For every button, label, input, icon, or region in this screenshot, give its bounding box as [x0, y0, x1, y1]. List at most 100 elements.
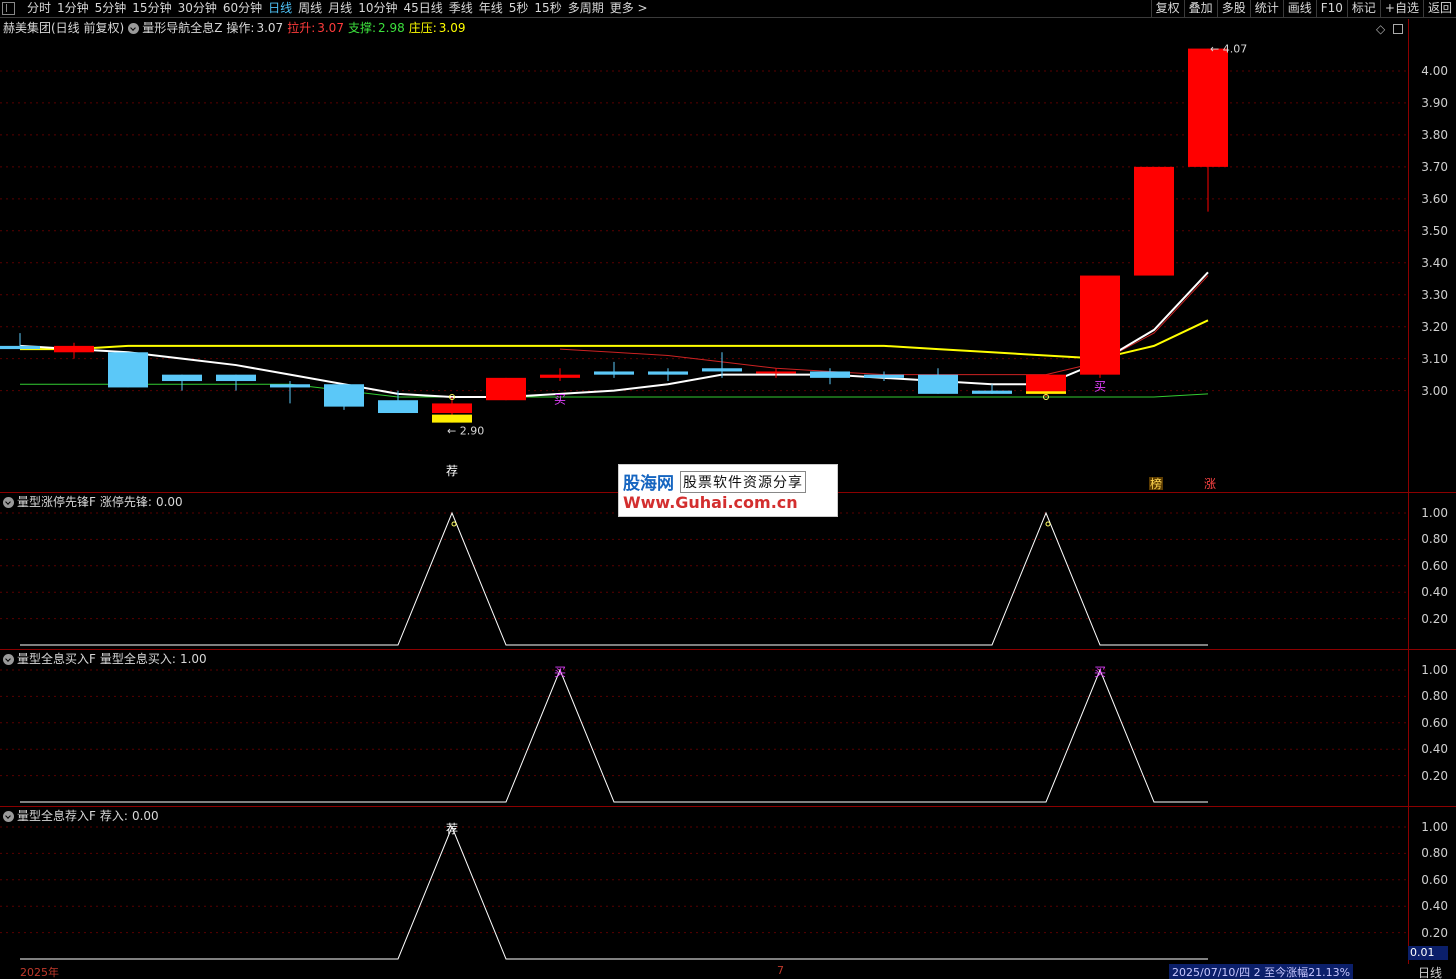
toolbar-button[interactable]: 叠加 — [1183, 0, 1217, 18]
pressure-label: 庄压: — [408, 21, 437, 35]
indicator-name[interactable]: 量形导航全息Z — [142, 21, 222, 36]
candle-body — [216, 374, 256, 382]
candle-body — [972, 390, 1012, 394]
price-tick: 4.00 — [1421, 63, 1448, 78]
candle-body — [378, 400, 418, 414]
candle-body — [702, 368, 742, 372]
candle-body — [1080, 275, 1120, 375]
pane3-name[interactable]: 量型全息买入F — [17, 652, 96, 667]
period-label[interactable]: 日线 — [1418, 964, 1442, 979]
period-tab[interactable]: 15秒 — [531, 0, 564, 18]
pane2-name[interactable]: 量型涨停先锋F — [17, 495, 96, 510]
date-bar: 2025年 7 2025/07/10/四 2 至今涨幅21.13% — [0, 964, 1456, 979]
indicator-tick: 0.80 — [1421, 846, 1448, 861]
indicator-menu-icon[interactable] — [128, 23, 140, 34]
toolbar-button[interactable]: +自选 — [1379, 0, 1423, 18]
indicator-dot — [1045, 521, 1051, 527]
price-tick: 3.70 — [1421, 159, 1448, 174]
period-tab[interactable]: 5分钟 — [92, 0, 130, 18]
panel-toggle-icon[interactable] — [1393, 24, 1403, 34]
period-tab[interactable]: 月线 — [325, 0, 355, 18]
period-tab[interactable]: 10分钟 — [355, 0, 400, 18]
toolbar: 分时 1分钟 5分钟 15分钟 30分钟 60分钟 日线 周线 月线 10分钟 45日线 季线 年线 5秒… — [0, 0, 1456, 18]
indicator-tick: 0.80 — [1421, 532, 1448, 547]
year-label: 2025年 — [20, 966, 59, 979]
lift-value: 3.07 — [317, 21, 344, 35]
candlestick-chart[interactable]: ← 4.07← 2.90买买荐榜涨 — [0, 19, 1408, 492]
period-tab[interactable]: 季线 — [446, 0, 476, 18]
candle-body — [54, 345, 94, 353]
toolbar-button[interactable]: 统计 — [1249, 0, 1283, 18]
watermark-logo: 股海网 — [623, 474, 674, 494]
period-tab[interactable]: 15分钟 — [129, 0, 174, 18]
price-tick: 3.30 — [1421, 287, 1448, 302]
candle-body — [756, 371, 796, 374]
pane3-axis: 1.00 0.80 0.60 0.40 0.20 — [1408, 650, 1456, 806]
limit-mark: 涨 — [1204, 476, 1216, 491]
toolbar-button[interactable]: 画线 — [1282, 0, 1316, 18]
pane4-name[interactable]: 量型全息荐入F — [17, 809, 96, 824]
recommend-chart[interactable]: 荐 — [0, 807, 1408, 964]
period-tab[interactable]: 1分钟 — [54, 0, 92, 18]
toolbar-button[interactable]: 标记 — [1346, 0, 1380, 18]
ma-yellow-line — [20, 319, 1209, 360]
price-tick: 3.40 — [1421, 255, 1448, 270]
period-tab[interactable]: 多周期 — [565, 0, 607, 18]
window-layout-icon[interactable] — [2, 2, 15, 15]
indicator-mark: 荐 — [446, 822, 458, 836]
pane2-menu-icon[interactable] — [3, 497, 14, 508]
candle-body — [1134, 166, 1174, 276]
price-tick: 3.20 — [1421, 319, 1448, 334]
diamond-icon[interactable]: ◇ — [1376, 22, 1385, 36]
indicator-tick: 0.20 — [1421, 611, 1448, 626]
pane3-menu-icon[interactable] — [3, 654, 14, 665]
period-tab[interactable]: 5秒 — [506, 0, 532, 18]
indicator-tick: 1.00 — [1421, 506, 1448, 520]
indicator-tick: 0.40 — [1421, 742, 1448, 757]
period-tab[interactable]: 年线 — [476, 0, 506, 18]
period-tab[interactable]: 30分钟 — [175, 0, 220, 18]
pane4-title-line: 量型全息荐入F 荐入: 0.00 — [3, 809, 159, 824]
lift-label: 拉升: — [287, 21, 316, 35]
candle-body — [432, 403, 472, 414]
price-axis: 4.00 3.90 3.80 3.70 3.60 3.50 3.40 3.30 3.20 3.10… — [1408, 19, 1456, 492]
candle-body — [918, 374, 958, 394]
candle-body — [540, 374, 580, 378]
toolbar-button[interactable]: 多股 — [1216, 0, 1250, 18]
candle-body — [270, 384, 310, 388]
pane3-value: 1.00 — [179, 652, 207, 666]
price-tick: 3.00 — [1421, 383, 1448, 398]
indicator-tick: 0.80 — [1421, 689, 1448, 704]
watermark-url: Www.Guhai.com.cn — [623, 493, 798, 512]
pane4-menu-icon[interactable] — [3, 811, 14, 822]
high-price-label: ← 4.07 — [1210, 43, 1247, 56]
pressure-value: 3.09 — [438, 21, 466, 35]
period-tab[interactable]: 更多 > — [607, 0, 651, 18]
candle-body — [162, 374, 202, 382]
indicator-tick: 1.00 — [1421, 663, 1448, 677]
candle-body — [594, 371, 634, 375]
candle-body — [864, 374, 904, 378]
price-tick: 3.80 — [1421, 127, 1448, 142]
candle-body — [1026, 374, 1066, 394]
indicator-tick: 1.00 — [1421, 820, 1448, 834]
price-tick: 3.50 — [1421, 223, 1448, 238]
period-tab[interactable]: 60分钟 — [220, 0, 265, 18]
toolbar-button[interactable]: 返回 — [1422, 0, 1456, 18]
period-tab[interactable]: 周线 — [295, 0, 325, 18]
pane2-title-line: 量型涨停先锋F 涨停先锋: 0.00 — [3, 495, 183, 510]
candle-body — [1188, 48, 1228, 167]
support-value: 2.98 — [378, 21, 405, 35]
toolbar-button[interactable]: F10 — [1315, 0, 1347, 18]
cursor-value: 0.01 — [1408, 946, 1448, 960]
pane2-label: 涨停先锋: — [99, 495, 152, 509]
toolbar-button[interactable]: 复权 — [1150, 0, 1184, 18]
period-tab[interactable]: 45日线 — [400, 0, 445, 18]
indicator-mark: 买 — [554, 665, 566, 679]
indicator-tick: 0.40 — [1421, 585, 1448, 600]
period-tab[interactable]: 分时 — [24, 0, 54, 18]
op-value: 3.07 — [256, 21, 284, 35]
full-buy-chart[interactable]: 买买 — [0, 650, 1408, 806]
pane3-label: 量型全息买入: — [99, 652, 176, 666]
period-tab[interactable]: 日线 — [265, 0, 295, 18]
